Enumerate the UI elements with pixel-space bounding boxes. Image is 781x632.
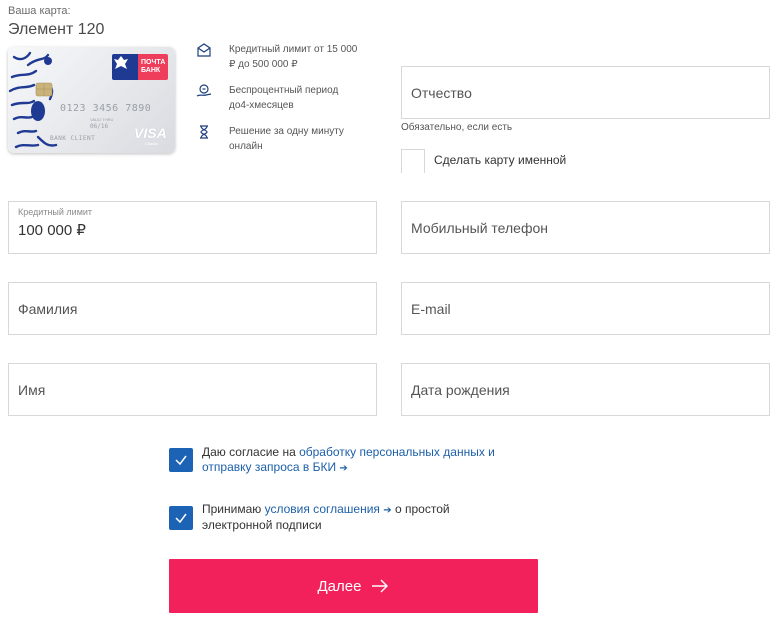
birthdate-field[interactable]: Дата рождения	[401, 363, 770, 416]
feature-credit-limit: Кредитный лимит от 15 000 ₽ до 500 000 ₽	[196, 42, 359, 72]
feature-text: Кредитный лимит от 15 000 ₽ до 500 000 ₽	[229, 44, 358, 70]
card-valid-date: 06/16	[90, 123, 109, 130]
visa-logo: VISA	[134, 125, 167, 141]
consent-personal-data-text: Даю согласие на обработку персональных д…	[202, 445, 532, 476]
coin-hand-icon	[196, 83, 212, 99]
named-card-checkbox[interactable]	[401, 149, 425, 173]
card-name: Элемент 120	[8, 21, 105, 38]
consent-personal-data-checkbox[interactable]	[169, 448, 193, 472]
feature-grace-period: Беспроцентный период до4-хмесяцев	[196, 83, 359, 113]
logo-text-line2: БАНК	[141, 67, 161, 74]
patronymic-field[interactable]: Отчество	[401, 66, 770, 119]
name-field[interactable]: Имя	[8, 363, 377, 416]
card-valid-label: VALID THRU	[90, 117, 114, 122]
consent-agreement-text: Принимаю условия соглашения ➔ о простой …	[202, 502, 492, 533]
feature-quick-decision: Решение за одну минуту онлайн	[196, 124, 359, 154]
named-card-label: Сделать карту именной	[434, 153, 567, 167]
logo-text-line1: ПОЧТА	[141, 59, 166, 66]
consent-first-prefix: Даю согласие на	[202, 445, 300, 459]
arrow-right-icon	[372, 579, 389, 593]
patronymic-hint: Обязательно, если есть	[401, 122, 513, 133]
arrow-right-icon: ➔	[339, 463, 348, 474]
email-field[interactable]: E-mail	[401, 282, 770, 335]
credit-limit-label: Кредитный лимит	[18, 207, 93, 217]
consent-second-prefix: Принимаю	[202, 502, 265, 516]
credit-limit-value: 100 000 ₽	[18, 222, 86, 239]
phone-field[interactable]: Мобильный телефон	[401, 201, 770, 254]
card-image: ПОЧТА БАНК 0123 3456 7890 VALID THRU 06/…	[8, 47, 175, 153]
hourglass-icon	[196, 124, 212, 140]
card-label: Ваша карта:	[8, 5, 71, 17]
patronymic-placeholder: Отчество	[411, 85, 472, 101]
wallet-icon	[196, 42, 212, 58]
visa-sub: Classic	[145, 141, 158, 146]
checkmark-icon	[175, 513, 187, 524]
eagle-emblem-icon	[112, 54, 138, 80]
next-button-label: Далее	[317, 577, 362, 595]
email-placeholder: E-mail	[411, 301, 451, 317]
card-number: 0123 3456 7890	[60, 103, 152, 114]
pochta-bank-logo: ПОЧТА БАНК	[112, 54, 168, 80]
surname-field[interactable]: Фамилия	[8, 282, 377, 335]
feature-text: Беспроцентный период до4-хмесяцев	[229, 85, 339, 111]
feature-text: Решение за одну минуту онлайн	[229, 126, 344, 152]
surname-placeholder: Фамилия	[18, 301, 78, 317]
birthdate-placeholder: Дата рождения	[411, 382, 510, 398]
next-button[interactable]: Далее	[169, 559, 538, 613]
arrow-right-icon: ➔	[383, 505, 392, 516]
name-placeholder: Имя	[18, 382, 46, 398]
consent-agreement-checkbox[interactable]	[169, 506, 193, 530]
phone-placeholder: Мобильный телефон	[411, 220, 548, 236]
card-holder: BANK CLIENT	[50, 135, 96, 142]
credit-limit-field[interactable]: Кредитный лимит 100 000 ₽	[8, 201, 377, 254]
checkmark-icon	[175, 455, 187, 466]
agreement-terms-link[interactable]: условия соглашения	[265, 502, 380, 516]
